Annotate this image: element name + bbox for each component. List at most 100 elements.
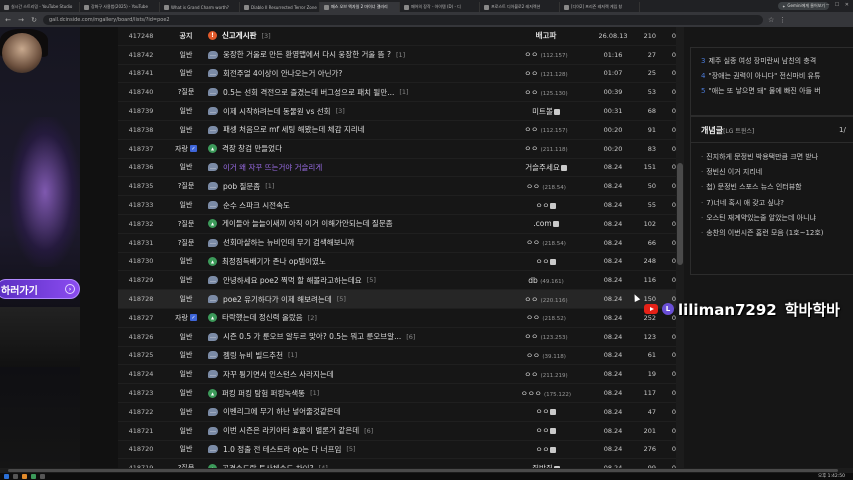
post-category[interactable]: ?질문 xyxy=(164,87,208,97)
concept-post-item[interactable]: · 진지하게 문정빈 박용택만큼 크면 받나 xyxy=(701,152,818,162)
post-row[interactable]: 418739 일반 … 이제 시작하려는데 동물원 vs 선회 [3] 미트볼 00:31 6… xyxy=(118,102,676,121)
post-row[interactable]: 418729 일반 … 안녕하세요 poe2 찍먹 할 해볼라고하는데요 [5] db (… xyxy=(118,271,676,291)
post-row[interactable]: 418722 일반 … 이벤리그에 무기 하난 넣어줄것같은데 ㅇㅇ 08.24 47 0 xyxy=(118,403,676,422)
post-category[interactable]: 일반 xyxy=(164,125,208,135)
post-category[interactable]: 일반 xyxy=(164,275,208,285)
comment-count[interactable]: [1] xyxy=(396,51,405,59)
post-category[interactable]: 공지 xyxy=(164,31,208,41)
comment-count[interactable]: [1] xyxy=(399,88,408,96)
post-row[interactable]: 418732 ?질문 ▲ 게이들아 늘늘이새끼 아직 이거 이해가안되는데 질문좀 .c… xyxy=(118,215,676,234)
post-category[interactable]: 일반 xyxy=(164,426,208,436)
page-scrollbar[interactable] xyxy=(676,27,684,468)
url-field[interactable]: gall.dcinside.com/mgallery/board/lists/?… xyxy=(43,14,763,25)
post-title[interactable]: … 이번 시즌은 라키아타 효율이 별론거 같은데 [6] xyxy=(208,425,498,436)
post-row[interactable]: 418725 일반 … 젬링 뉴비 빌드추천 [1] ㅇㅇ (39.118) 08.24 61… xyxy=(118,347,676,366)
post-title[interactable]: ▲ 게이들아 늘늘이새끼 아직 이거 이해가안되는데 질문좀 xyxy=(208,218,498,229)
post-writer[interactable]: 배고파 xyxy=(498,30,594,41)
post-title[interactable]: … 이벤리그에 무기 하난 넣어줄것같은데 xyxy=(208,406,498,417)
gemini-button[interactable]: ✦ Gemini에게 물어보기 xyxy=(778,2,829,10)
window-controls[interactable]: ─ ☐ ✕ xyxy=(826,2,851,8)
post-title[interactable]: … 패셍 처음으로 mf 세팅 해봤는데 체감 지리네 xyxy=(208,124,498,135)
post-title[interactable]: … 웅장한 거울로 만든 환영맵에서 다시 웅장한 거울 뜸 ? [1] xyxy=(208,49,498,60)
post-category[interactable]: 일반 xyxy=(164,388,208,398)
comment-count[interactable]: [1] xyxy=(288,351,297,359)
post-category[interactable]: 일반 xyxy=(164,332,208,342)
post-category[interactable]: 일반 xyxy=(164,106,208,116)
comment-count[interactable]: [5] xyxy=(337,295,346,303)
post-writer[interactable]: ㅇㅇ xyxy=(498,406,594,417)
post-title[interactable]: … 0.5는 선회 격전으로 즐겼는데 버그성으로 패치 될만... [1] xyxy=(208,87,498,98)
search-icon[interactable] xyxy=(13,474,18,479)
post-row[interactable]: 418738 일반 … 패셍 처음으로 mf 세팅 해봤는데 체감 지리네 ㅇㅇ (11… xyxy=(118,121,676,140)
post-category[interactable]: ?질문 xyxy=(164,238,208,248)
post-category[interactable]: 일반 xyxy=(164,294,208,304)
post-title[interactable]: … 회전주얼 4이상이 안나오는거 아닌가? xyxy=(208,68,498,79)
post-row[interactable]: 418721 일반 … 이번 시즌은 라키아타 효율이 별론거 같은데 [6] ㅇㅇ 08.… xyxy=(118,422,676,441)
post-row[interactable]: 418719?질문▲공격속도랑 투사체속도 차이?[4]쥐방쥐08.24990 xyxy=(118,459,676,468)
post-category[interactable]: 일반 xyxy=(164,68,208,78)
post-title[interactable]: … 1.0 정출 전 테스트라 op는 다 너프임 [5] xyxy=(208,444,498,455)
post-writer[interactable]: ㅇㅇ (123.253) xyxy=(498,331,594,342)
post-category[interactable]: 일반 xyxy=(164,50,208,60)
post-row[interactable]: 418731 ?질문 … 선회마샬하는 뉴비인데 무기 검색해보니까 ㅇㅇ (218.5… xyxy=(118,234,676,253)
concept-post-item[interactable]: · 7)너네 혹시 애 갖고 싶냐? xyxy=(701,198,784,208)
post-category[interactable]: 일반 xyxy=(164,200,208,210)
page-scrollbar-thumb[interactable] xyxy=(677,163,683,265)
post-writer[interactable]: ㅇㅇ (39.118) xyxy=(498,350,594,361)
post-writer[interactable]: ㅇㅇ xyxy=(498,444,594,455)
folder-icon[interactable] xyxy=(22,474,27,479)
post-row[interactable]: 418735 ?질문 … pob 질문좀 [1] ㅇㅇ (218.54) 08.24 50 0 xyxy=(118,177,676,197)
concept-post-item[interactable]: · 오스틴 재계약있는줄 알았는데 아니냐 xyxy=(701,213,816,223)
post-title[interactable]: … pob 질문좀 [1] xyxy=(208,181,498,192)
post-row[interactable]: 418724 일반 … 자꾸 튕기면서 인스턴스 사라지는데 ㅇㅇ (211.219) 0… xyxy=(118,365,676,385)
post-writer[interactable]: ㅇㅇㅇ (175.122) xyxy=(498,388,594,399)
post-row[interactable]: 418723 일반 ▲ 퍼킹 퍼킹 탐험 퍼킹녹색똥 [1] ㅇㅇㅇ (175.122) 0… xyxy=(118,384,676,403)
post-category[interactable]: 일반 xyxy=(164,256,208,266)
post-title[interactable]: … 선회마샬하는 뉴비인데 무기 검색해보니까 xyxy=(208,237,498,248)
extensions-icon[interactable]: ⋮ xyxy=(779,16,786,24)
start-icon[interactable] xyxy=(4,474,9,479)
post-title[interactable]: … 젬링 뉴비 빌드추천 [1] xyxy=(208,350,498,361)
banner-cta-button[interactable]: 하러가기 › xyxy=(0,279,80,299)
concept-posts-title[interactable]: 개념글[LG 트윈스] xyxy=(701,125,754,136)
promo-banner[interactable]: 하러가기 › xyxy=(0,27,80,468)
post-writer[interactable]: ㅇㅇ xyxy=(498,200,594,211)
post-writer[interactable]: ㅇㅇ (218.52) xyxy=(498,312,594,323)
post-writer[interactable]: ㅇㅇ (211.118) xyxy=(498,143,594,154)
browser-tab[interactable]: 패스 오브 엑자일 2 마이너 갤러리 xyxy=(320,2,400,12)
post-category[interactable]: 자랑 ✓ xyxy=(164,313,208,323)
post-writer[interactable]: 미트볼 xyxy=(498,106,594,117)
post-title[interactable]: ▲ 격장 창검 만들었다 xyxy=(208,143,498,154)
post-writer[interactable]: ㅇㅇ (121.128) xyxy=(498,68,594,79)
browser-tab[interactable]: 강화구 사용법(2025) - YouTube xyxy=(80,2,160,12)
post-writer[interactable]: db (49.161) xyxy=(498,276,594,285)
post-row[interactable]: 418733 일반 … 순수 스파크 시전속도 ㅇㅇ 08.24 55 0 xyxy=(118,196,676,215)
post-writer[interactable]: ㅇㅇ (112.157) xyxy=(498,49,594,60)
app-icon[interactable] xyxy=(40,474,45,479)
post-category[interactable]: ?질문 xyxy=(164,219,208,229)
post-row[interactable]: 418730 일반 ▲ 최정점득배기가 존나 op템이였노 ㅇㅇ 08.24 248 0 xyxy=(118,253,676,272)
chrome-icon[interactable] xyxy=(31,474,36,479)
post-title[interactable]: ▲ 타락했는데 정신력 올랐음 [2] xyxy=(208,312,498,323)
post-title[interactable]: … 자꾸 튕기면서 인스턴스 사라지는데 xyxy=(208,369,498,380)
comment-count[interactable]: [6] xyxy=(406,333,415,341)
post-writer[interactable]: ㅇㅇ (112.157) xyxy=(498,124,594,135)
post-writer[interactable]: ㅇㅇ (125.130) xyxy=(498,87,594,98)
concept-post-item[interactable]: · 첩) 문정빈 스포스 뉴스 인터뷰함 xyxy=(701,182,802,192)
concept-post-item[interactable]: · 송찬의 이번시즌 홈런 모음 (1호~12호) xyxy=(701,228,824,238)
post-title[interactable]: ▲ 최정점득배기가 존나 op템이였노 xyxy=(208,256,498,267)
post-row[interactable]: 418727 자랑 ✓ ▲ 타락했는데 정신력 올랐음 [2] ㅇㅇ (218.52) 08.… xyxy=(118,309,676,328)
post-title[interactable]: … 이거 왜 자꾸 뜨는거야 거슬리게 xyxy=(208,162,498,173)
post-row[interactable]: 418726 일반 … 시즌 0.5 가 룬오브 알두르 맞아? 0.5는 뭐고 룬오… xyxy=(118,328,676,347)
post-category[interactable]: 일반 xyxy=(164,350,208,360)
star-icon[interactable]: ☆ xyxy=(768,16,774,24)
post-writer[interactable]: 거슬주세요 xyxy=(498,162,594,173)
comment-count[interactable]: [3] xyxy=(336,107,345,115)
post-title[interactable]: … poe2 유기하다가 이제 해보려는데 [5] xyxy=(208,294,498,305)
post-row[interactable]: 418737 자랑 ✓ ▲ 격장 창검 만들었다 ㅇㅇ (211.118) 00:20 83 0 xyxy=(118,140,676,159)
post-category[interactable]: 일반 xyxy=(164,162,208,172)
post-category[interactable]: 일반 xyxy=(164,444,208,454)
post-writer[interactable]: ㅇㅇ (211.219) xyxy=(498,369,594,380)
post-row[interactable]: 418742 일반 … 웅장한 거울로 만든 환영맵에서 다시 웅장한 거울 뜸 ? [… xyxy=(118,46,676,65)
post-row[interactable]: 418720 일반 … 1.0 정출 전 테스트라 op는 다 너프임 [5] ㅇㅇ 08.… xyxy=(118,441,676,460)
